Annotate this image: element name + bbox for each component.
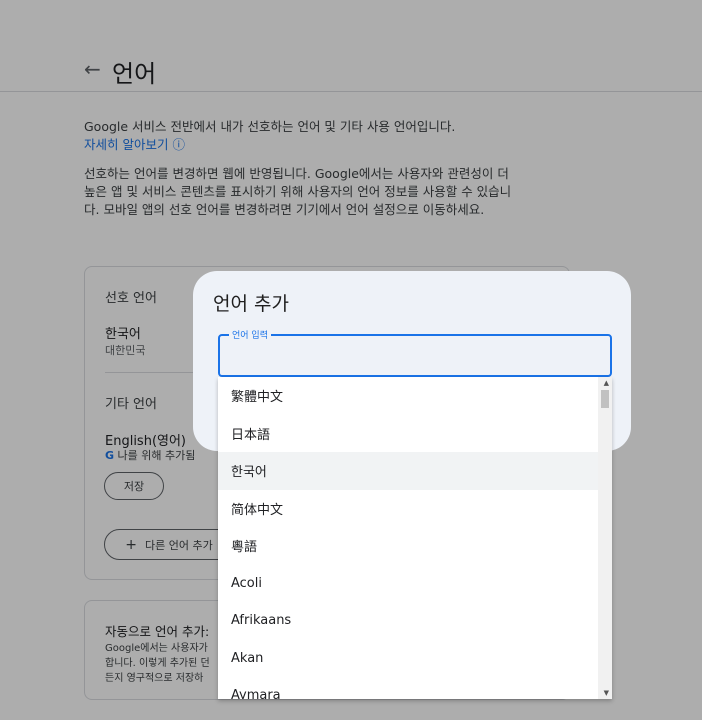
language-option[interactable]: 日本語 xyxy=(218,415,598,453)
language-option[interactable]: 粵語 xyxy=(218,527,598,565)
scroll-up-arrow-icon[interactable]: ▲ xyxy=(604,379,609,387)
language-search-field[interactable]: 언어 입력 xyxy=(218,328,612,377)
language-option[interactable]: Akan xyxy=(218,640,598,678)
options-container: 繁體中文 日本語 한국어 简体中文 粵語 Acoli Afrikaans Akan Aymara xyxy=(218,377,612,699)
scrollbar[interactable]: ▲ ▼ xyxy=(598,377,612,699)
language-option[interactable]: Acoli xyxy=(218,565,598,603)
language-option[interactable]: 한국어 xyxy=(218,452,598,490)
language-option[interactable]: Aymara xyxy=(218,677,598,699)
scrollbar-thumb[interactable] xyxy=(601,390,609,408)
language-option[interactable]: 简体中文 xyxy=(218,490,598,528)
language-option[interactable]: 繁體中文 xyxy=(218,377,598,415)
dialog-title: 언어 추가 xyxy=(213,293,289,315)
language-option[interactable]: Afrikaans xyxy=(218,602,598,640)
language-search-input[interactable] xyxy=(230,346,600,366)
language-options-list[interactable]: 繁體中文 日本語 한국어 简体中文 粵語 Acoli Afrikaans Akan Aymara… xyxy=(218,377,612,699)
scroll-down-arrow-icon[interactable]: ▼ xyxy=(604,689,609,697)
language-search-label: 언어 입력 xyxy=(229,328,271,341)
